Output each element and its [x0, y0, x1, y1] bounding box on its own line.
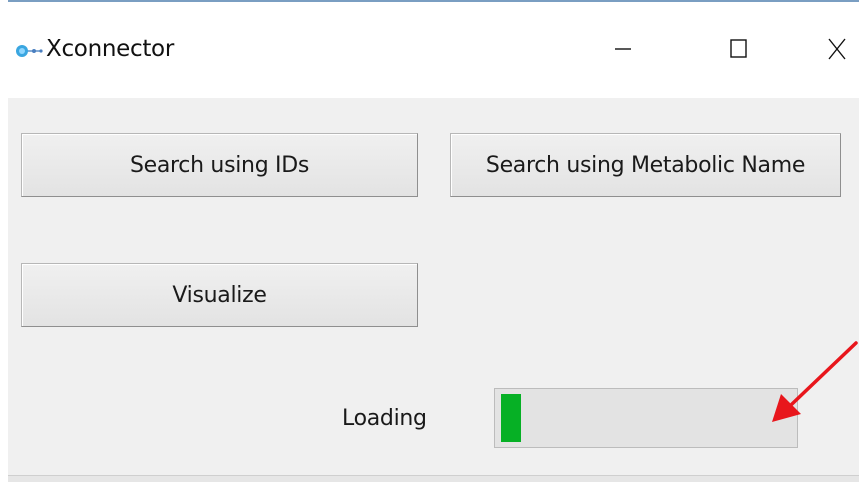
close-icon [827, 37, 847, 61]
loading-progress-bar [494, 388, 798, 448]
visualize-label: Visualize [172, 282, 267, 308]
minimize-icon [613, 39, 633, 59]
search-metabolic-name-button[interactable]: Search using Metabolic Name [450, 133, 841, 197]
minimize-button[interactable] [588, 26, 658, 72]
title-bar[interactable]: Xconnector [8, 2, 859, 98]
close-button[interactable] [802, 26, 859, 72]
loading-label: Loading [342, 406, 427, 431]
maximize-icon [729, 38, 749, 60]
search-metabolic-label: Search using Metabolic Name [485, 152, 806, 178]
app-molecule-icon [14, 40, 44, 62]
search-ids-button[interactable]: Search using IDs [21, 133, 418, 197]
visualize-button[interactable]: Visualize [21, 263, 418, 327]
app-window: Xconnector Search using IDs Search using… [8, 0, 859, 482]
window-title: Xconnector [46, 36, 174, 62]
search-ids-label: Search using IDs [129, 152, 310, 178]
window-bottom-border [8, 475, 859, 482]
maximize-button[interactable] [704, 26, 774, 72]
progress-fill [501, 394, 521, 442]
